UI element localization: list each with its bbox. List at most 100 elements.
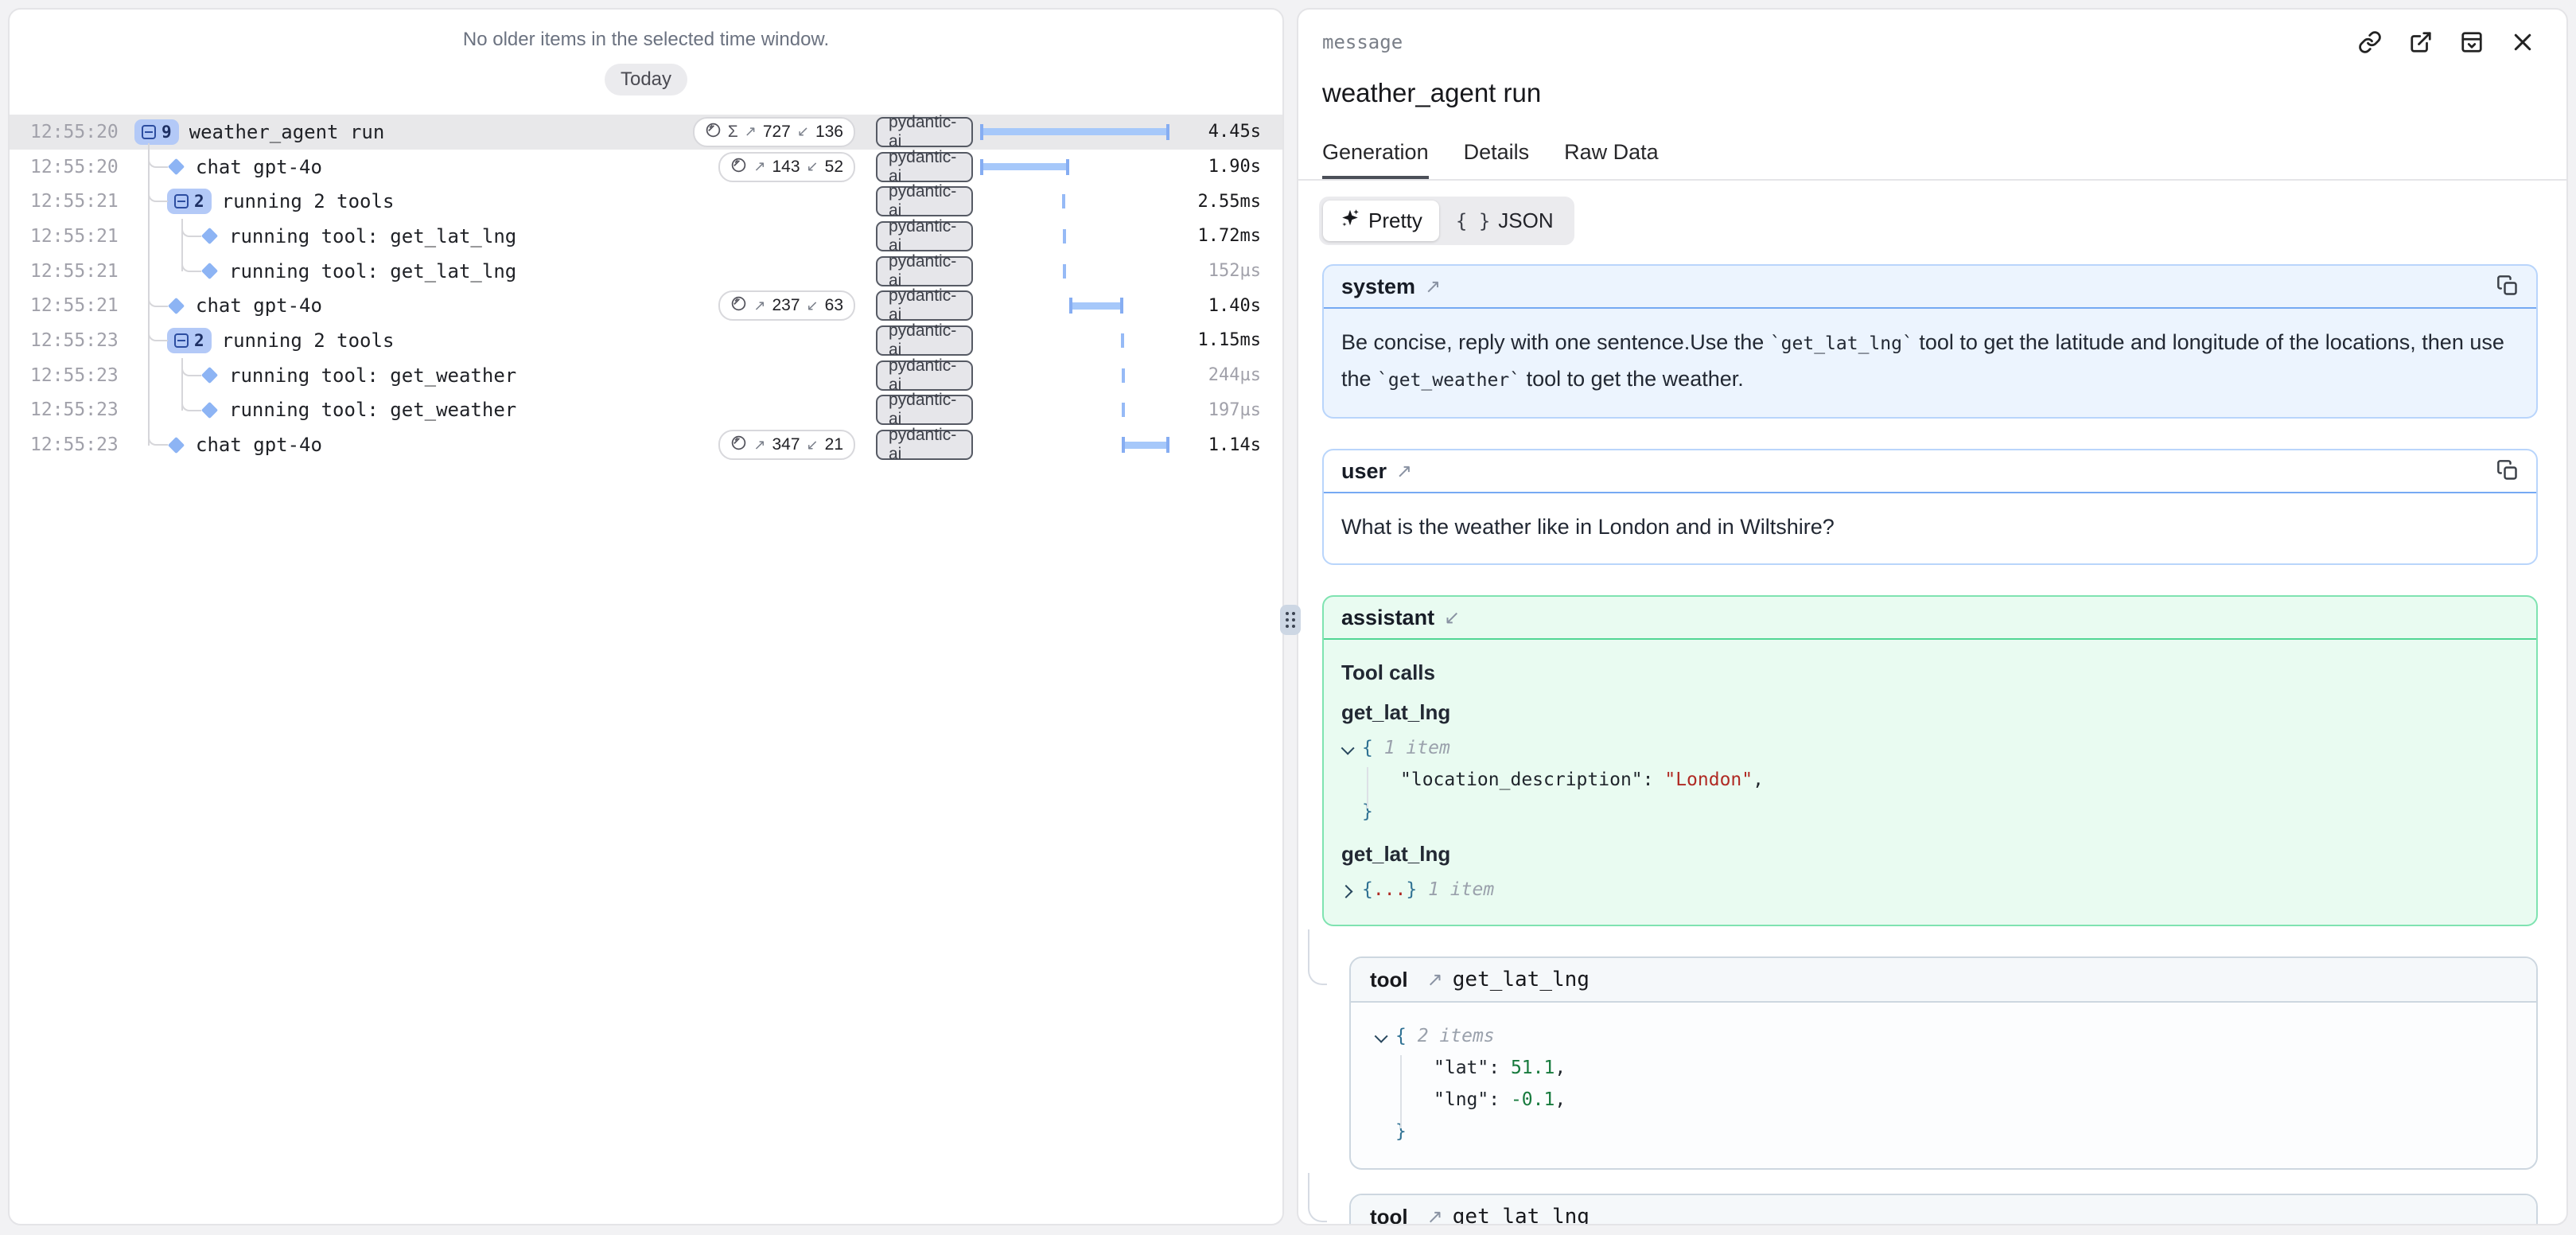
duration-bar <box>1062 194 1065 208</box>
close-icon[interactable] <box>2511 30 2535 54</box>
copy-button[interactable] <box>2496 459 2519 484</box>
scope-badge[interactable]: pydantic-ai <box>876 325 973 356</box>
scope-badge[interactable]: pydantic-ai <box>876 256 973 286</box>
trace-row[interactable]: 12:55:20chat gpt-4o↗143↙52pydantic-ai1.9… <box>10 150 1282 185</box>
scope-badge[interactable]: pydantic-ai <box>876 152 973 182</box>
json-token-meta: 1 item <box>1384 738 1450 758</box>
tree-connector-elbow <box>148 323 168 341</box>
trace-row[interactable]: 12:55:209weather_agent runΣ↗727↙136pydan… <box>10 115 1282 150</box>
scope-slot: pydantic-ai <box>876 186 973 216</box>
scope-badge[interactable]: pydantic-ai <box>876 430 973 460</box>
empty-notice: No older items in the selected time wind… <box>10 29 1282 51</box>
tree-caret-right-icon[interactable] <box>1341 874 1362 906</box>
token-usage-badge: ↗143↙52 <box>718 152 855 182</box>
token-slot: ↗347↙21 <box>696 430 855 460</box>
tab-generation[interactable]: Generation <box>1322 140 1429 179</box>
token-slot: Σ↗727↙136 <box>696 117 855 147</box>
tab-details[interactable]: Details <box>1464 140 1530 179</box>
tool-return-card: tool↗get_lat_lng{ 2 items"lat": 51.1,"ln… <box>1349 956 2538 1170</box>
message-panel-user: user↗What is the weather like in London … <box>1322 449 2538 565</box>
scope-badge[interactable]: pydantic-ai <box>876 186 973 216</box>
collapse-toggle[interactable]: 2 <box>167 189 212 214</box>
json-toggle-button[interactable]: { } JSON <box>1439 201 1570 240</box>
duration-bar <box>1123 442 1169 449</box>
tree-caret-down-icon[interactable] <box>1375 1020 1395 1052</box>
pretty-toggle-button[interactable]: Pretty <box>1323 201 1439 241</box>
tree-guide-line <box>1367 767 1368 808</box>
role-direction-arrow-icon: ↙ <box>1444 606 1460 629</box>
trace-timestamp: 12:55:21 <box>10 191 121 212</box>
input-tokens-arrow-icon: ↗ <box>753 298 765 314</box>
token-usage-badge: Σ↗727↙136 <box>693 117 855 147</box>
tree-node-icon <box>200 404 219 416</box>
trace-row[interactable]: 12:55:23chat gpt-4o↗347↙21pydantic-ai1.1… <box>10 427 1282 462</box>
output-tokens: 63 <box>825 296 843 315</box>
tool-return-body: { 2 items"lat": 51.1,"lng": -0.1,} <box>1351 1003 2536 1168</box>
role-direction-arrow-icon: ↗ <box>1425 275 1441 298</box>
message-list: system↗Be concise, reply with one senten… <box>1298 264 2566 1225</box>
tree-connector-elbow <box>181 219 201 237</box>
tree-node-icon: 2 <box>167 189 212 214</box>
json-token-brace: { <box>1362 738 1384 758</box>
scope-badge[interactable]: pydantic-ai <box>876 395 973 425</box>
json-token-key: "lng" <box>1434 1089 1488 1110</box>
message-panel-header: user↗ <box>1324 450 2536 493</box>
tree-connector-elbow <box>148 289 168 307</box>
duration-label: 1.72ms <box>1189 226 1261 246</box>
copy-icon <box>2496 275 2519 299</box>
input-tokens: 727 <box>763 123 791 142</box>
tab-raw-data[interactable]: Raw Data <box>1564 140 1659 179</box>
copy-icon <box>2496 459 2519 484</box>
span-diamond-icon <box>201 263 218 279</box>
json-token-punct: , <box>1753 769 1764 790</box>
tree-caret-down-icon[interactable] <box>1341 732 1362 764</box>
collapse-toggle[interactable]: 2 <box>167 328 212 353</box>
braces-icon: { } <box>1456 210 1490 232</box>
tool-call-name: get_lat_lng <box>1341 840 2519 867</box>
tree-node-icon <box>167 439 185 451</box>
json-token-meta: 2 items <box>1418 1026 1495 1046</box>
role-label: system <box>1341 275 1415 299</box>
today-button[interactable]: Today <box>605 64 687 95</box>
tree-connector-elbow <box>148 427 168 446</box>
pretty-label: Pretty <box>1368 208 1422 233</box>
open-in-new-icon[interactable] <box>2409 30 2433 54</box>
span-name: running tool: get_lat_lng <box>229 260 516 282</box>
collapse-toggle[interactable]: 9 <box>134 119 179 145</box>
token-coin-icon <box>730 295 747 316</box>
span-name: running tool: get_weather <box>229 364 516 387</box>
json-token-brace: { <box>1362 879 1373 900</box>
duration-bar-track <box>981 366 1172 385</box>
json-tree-line: "lat": 51.1, <box>1375 1052 2512 1084</box>
tool-call-name: get_lat_lng <box>1341 699 2519 726</box>
message-body: What is the weather like in London and i… <box>1324 493 2536 563</box>
duration-label: 1.90s <box>1189 157 1261 177</box>
span-name: weather_agent run <box>189 121 385 143</box>
scope-badge[interactable]: pydantic-ai <box>876 290 973 321</box>
message-panel-header: assistant↙ <box>1324 597 2536 640</box>
duration-bar <box>1121 333 1124 348</box>
scope-slot: pydantic-ai <box>876 221 973 251</box>
trace-row[interactable]: 12:55:212running 2 toolspydantic-ai2.55m… <box>10 184 1282 219</box>
input-tokens: 143 <box>772 158 800 177</box>
panel-resize-handle[interactable] <box>1280 605 1301 635</box>
output-tokens-arrow-icon: ↙ <box>807 298 819 314</box>
scope-badge[interactable]: pydantic-ai <box>876 221 973 251</box>
trace-timestamp: 12:55:21 <box>10 295 121 316</box>
trace-row[interactable]: 12:55:232running 2 toolspydantic-ai1.15m… <box>10 323 1282 358</box>
message-panel-assistant: assistant↙Tool callsget_lat_lng{ 1 item"… <box>1322 595 2538 926</box>
tree-connector-elbow <box>181 358 201 376</box>
page-title: weather_agent run <box>1322 78 2566 108</box>
duration-bar <box>1063 264 1066 279</box>
output-tokens: 136 <box>815 123 843 142</box>
child-count: 9 <box>161 123 172 142</box>
scope-badge[interactable]: pydantic-ai <box>876 117 973 147</box>
copy-button[interactable] <box>2496 275 2519 299</box>
tab-divider <box>1298 179 2566 181</box>
tree-node-icon: 9 <box>134 119 179 145</box>
span-diamond-icon <box>201 402 218 419</box>
link-icon[interactable] <box>2358 30 2382 54</box>
dock-bottom-icon[interactable] <box>2460 30 2484 54</box>
scope-badge[interactable]: pydantic-ai <box>876 360 973 391</box>
trace-row[interactable]: 12:55:21chat gpt-4o↗237↙63pydantic-ai1.4… <box>10 288 1282 323</box>
